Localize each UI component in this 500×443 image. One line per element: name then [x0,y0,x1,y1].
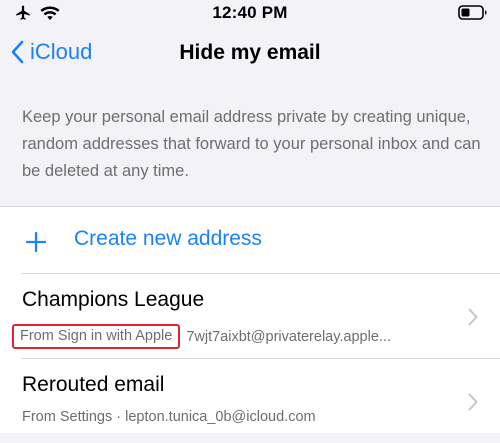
nav-bar: iCloud Hide my email [0,36,500,76]
address-email: 7wjt7aixbt@privaterelay.apple... [186,328,391,345]
chevron-right-icon [468,393,478,411]
create-address-label: Create new address [74,227,262,250]
address-label: Rerouted email [22,373,165,396]
status-right [458,5,488,25]
status-time: 12:40 PM [212,3,288,22]
create-address-button[interactable]: Create new address [0,207,500,273]
chevron-right-icon [468,308,478,326]
status-bar: 12:40 PM [0,0,500,28]
page-title: Hide my email [179,41,321,64]
address-row-champions-league[interactable]: Champions League From Sign in with Apple… [0,274,500,358]
address-subtitle: From Settings · lepton.tunica_0b@icloud.… [22,409,316,425]
address-list: Create new address Champions League From… [0,206,500,433]
plus-icon [26,232,46,252]
address-source: From Settings · lepton.tunica_0b@icloud.… [22,409,316,425]
battery-icon [458,5,487,20]
address-subtitle: From Sign in with Apple 7wjt7aixbt@priva… [12,324,391,349]
address-source-highlighted: From Sign in with Apple [12,324,181,349]
address-row-rerouted-email[interactable]: Rerouted email From Settings · lepton.tu… [0,359,500,443]
address-label: Champions League [22,288,205,311]
description-text: Keep your personal email address private… [22,108,481,180]
